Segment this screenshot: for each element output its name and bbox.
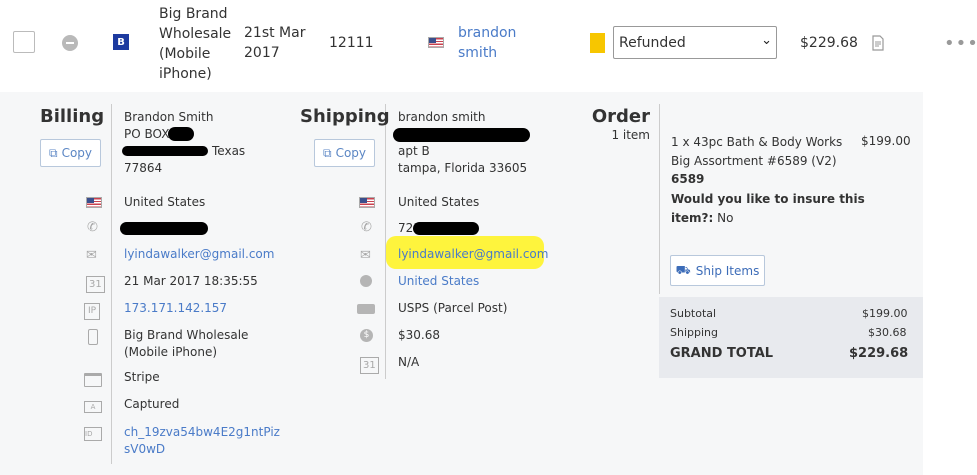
billing-heading: Billing <box>40 106 105 127</box>
redaction <box>122 146 208 156</box>
shipping-date: N/A <box>398 355 420 369</box>
redaction <box>120 222 208 235</box>
order-heading: Order <box>591 106 650 127</box>
us-flag-icon <box>359 197 375 208</box>
truck-icon: ⛟ <box>675 262 691 277</box>
shipping-address2: apt B <box>398 144 430 158</box>
email-icon: ✉ <box>86 248 97 263</box>
status-color-badge <box>590 33 605 53</box>
calendar-icon: 31 <box>86 276 105 293</box>
shipping-label: Shipping <box>670 326 718 339</box>
website-country-link[interactable]: United States <box>398 273 479 290</box>
phone-icon: ✆ <box>361 220 372 235</box>
order-row[interactable]: B Big Brand Wholesale (Mobile iPhone) 21st… <box>0 0 977 92</box>
order-total: $229.68 <box>800 35 858 51</box>
order-item-price: $199.00 <box>861 134 911 148</box>
subtotal-value: $199.00 <box>862 307 908 320</box>
customer-link[interactable]: brandon smith <box>458 23 516 63</box>
billing-name: Brandon Smith <box>124 110 214 124</box>
billing-copy-button[interactable]: ⧉ Copy <box>40 139 101 167</box>
shipping-copy-button[interactable]: ⧉ Copy <box>314 139 375 167</box>
email-icon: ✉ <box>360 248 371 263</box>
order-item-sku: 6589 <box>671 172 705 186</box>
order-number: 12111 <box>329 35 374 51</box>
divider <box>659 104 660 294</box>
chevron-down-icon: ⌄ <box>761 33 772 48</box>
billing-payment-method: Stripe <box>124 370 160 384</box>
ip-monitor-icon: IP <box>84 303 101 320</box>
store-logo-icon: B <box>113 34 129 50</box>
more-actions-icon[interactable]: ••• <box>944 33 977 54</box>
phone-icon: ✆ <box>87 220 98 235</box>
us-flag-icon <box>86 197 102 208</box>
billing-payment-status: Captured <box>124 397 180 411</box>
billing-address2: Texas <box>212 144 246 158</box>
shipping-country: United States <box>398 195 480 209</box>
divider <box>111 104 112 464</box>
billing-zip: 77864 <box>124 161 163 175</box>
order-date: 21st Mar 2017 <box>244 25 306 61</box>
copy-icon: ⧉ <box>322 145 332 160</box>
store-name: Big Brand Wholesale (Mobile iPhone) <box>159 6 232 82</box>
subtotal-label: Subtotal <box>670 307 717 320</box>
grand-total-value: $229.68 <box>849 346 909 361</box>
redaction <box>168 127 194 141</box>
billing-source: Big Brand Wholesale (Mobile iPhone) <box>124 328 249 359</box>
redaction <box>393 128 530 142</box>
credit-card-icon <box>84 373 102 387</box>
ship-items-button[interactable]: ⛟ Ship Items <box>670 255 765 286</box>
billing-country: United States <box>124 195 206 209</box>
collapse-icon[interactable] <box>62 35 78 51</box>
us-flag-icon <box>428 37 444 48</box>
shipping-value: $30.68 <box>868 326 907 339</box>
shipping-city: tampa, Florida 33605 <box>398 161 528 175</box>
shipping-cost: $30.68 <box>398 328 440 342</box>
transaction-id-icon: ID <box>84 427 102 441</box>
shipping-heading: Shipping <box>300 106 390 127</box>
redaction <box>413 222 479 235</box>
globe-icon <box>360 275 372 287</box>
mobile-icon <box>88 329 98 345</box>
copy-icon: ⧉ <box>48 145 58 160</box>
shipping-name: brandon smith <box>398 110 486 124</box>
transaction-id-link[interactable]: ch_19zva54bw4E2g1ntPiz sV0wD <box>124 424 280 458</box>
truck-icon <box>357 304 375 314</box>
billing-address1: PO BOX <box>124 127 170 141</box>
order-item-title: 1 x 43pc Bath & Body Works Big Assortment… <box>671 135 843 168</box>
billing-date: 21 Mar 2017 18:35:55 <box>124 274 258 288</box>
billing-email-link[interactable]: lyindawalker@gmail.com <box>124 246 274 263</box>
shipping-method: USPS (Parcel Post) <box>398 301 508 315</box>
order-item-count: 1 item <box>611 128 650 142</box>
row-checkbox[interactable] <box>13 31 35 53</box>
insurance-answer: No <box>717 211 734 225</box>
billing-ip-link[interactable]: 173.171.142.157 <box>124 300 227 317</box>
dollar-icon: $ <box>360 329 373 342</box>
invoice-icon[interactable] <box>871 35 885 55</box>
shipping-email-link[interactable]: lyindawalker@gmail.com <box>398 246 548 263</box>
grand-total-label: GRAND TOTAL <box>670 346 774 361</box>
payment-status-icon: A <box>84 401 102 413</box>
insurance-question: Would you like to insure this item?: No <box>671 192 865 225</box>
status-select[interactable]: Refunded ⌄ <box>613 26 777 59</box>
calendar-icon: 31 <box>360 357 379 374</box>
